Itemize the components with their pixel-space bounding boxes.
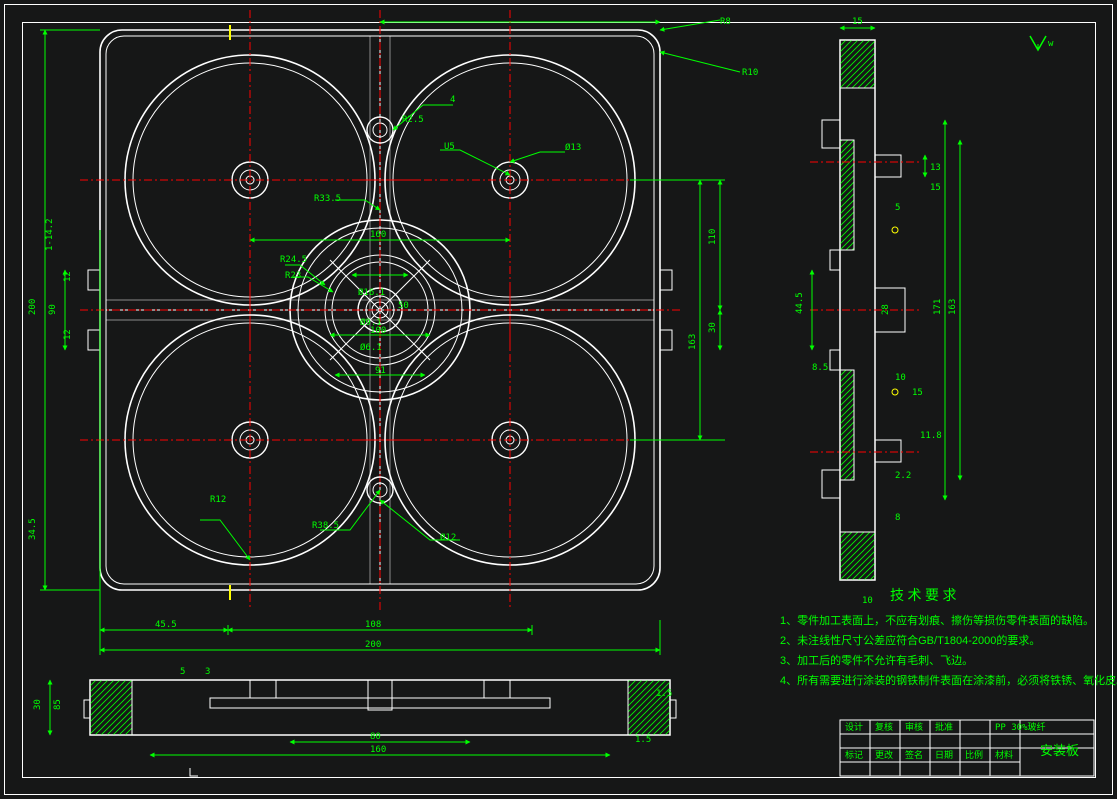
- note-4: 4、所有需要进行涂装的钢铁制件表面在涂漆前，必须将铁锈、氧化皮。: [780, 673, 1117, 687]
- dim-108: 108: [365, 620, 381, 630]
- dim-r12: R12: [210, 495, 226, 505]
- dim-142: 1-14.2: [45, 218, 55, 251]
- dim-12b: 12: [63, 329, 73, 340]
- dim-sec-163: 163: [948, 299, 958, 315]
- dim-d4: 4: [450, 95, 455, 105]
- cad-canvas: R8 R10 4 R2.5 Ø13 U5 R33.5 160 R24.5 R23…: [0, 0, 1117, 799]
- side-tab-l1: [88, 270, 100, 290]
- svg-text:审核: 审核: [905, 721, 923, 733]
- dim-bot-30: 30: [33, 699, 43, 710]
- dim-sec-10: 10: [895, 373, 906, 383]
- dim-90v: 90: [48, 304, 58, 315]
- dim-345: 34.5: [28, 518, 38, 540]
- dim-sec-85: 8.5: [812, 363, 828, 373]
- dim-r23: R23: [285, 271, 301, 281]
- dim-r25: R2.5: [402, 115, 424, 125]
- dim-d91: 91: [375, 366, 386, 376]
- svg-text:材料: 材料: [995, 749, 1013, 761]
- dim-d12: Ø12: [440, 532, 456, 543]
- note-1: 1、零件加工表面上，不应有划痕、擦伤等损伤零件表面的缺陷。: [780, 613, 1094, 627]
- dim-d50: 50: [398, 301, 409, 311]
- svg-text:w: w: [1048, 39, 1054, 49]
- dim-sec-10b: 10: [862, 596, 873, 606]
- circle-bot-left: [80, 290, 420, 610]
- dim-sec-28: 28: [881, 304, 891, 315]
- surface-finish-symbol: w: [1030, 36, 1054, 50]
- title-block: PP 30%玻纤 安装板 设计 复核 审核 批准 标记 更改 签名 日期 比例 …: [840, 720, 1094, 776]
- dim-bot-160: 160: [370, 745, 386, 755]
- dim-bot-85: 85: [53, 699, 63, 710]
- dim-sec-118: 11.8: [920, 431, 942, 441]
- dim-u5: U5: [444, 142, 455, 152]
- side-tab-r1: [660, 270, 672, 290]
- dim-r10: R10: [742, 68, 758, 78]
- svg-text:更改: 更改: [875, 749, 893, 761]
- dim-d100: 100: [370, 326, 386, 336]
- svg-text:设计: 设计: [845, 721, 863, 733]
- dim-sec-15: 15: [852, 17, 863, 27]
- dim-bot-3: 3: [205, 667, 210, 677]
- note-2: 2、未注线性尺寸公差应符合GB/T1804-2000的要求。: [780, 633, 1040, 647]
- dim-bot-80: 80: [370, 732, 381, 742]
- dim-d16: Ø16.1: [358, 287, 385, 298]
- tb-std: PP 30%玻纤: [995, 721, 1046, 733]
- svg-text:签名: 签名: [905, 749, 923, 761]
- side-tab-r2: [660, 330, 672, 350]
- dim-sec-15b: 15: [930, 183, 941, 193]
- dim-d160: 160: [370, 230, 386, 240]
- svg-text:日期: 日期: [935, 750, 953, 761]
- dim-r335: R33.5: [314, 194, 341, 204]
- dim-30: 30: [708, 322, 718, 333]
- dim-sec-13: 13: [930, 163, 941, 173]
- drawing-vectors: R8 R10 4 R2.5 Ø13 U5 R33.5 160 R24.5 R23…: [0, 0, 1117, 799]
- notes-heading: 技 术 要 求: [890, 588, 957, 604]
- dim-bot-5: 5: [180, 667, 185, 677]
- dim-12a: 12: [63, 271, 73, 282]
- note-3: 3、加工后的零件不允许有毛刺、飞边。: [780, 653, 973, 667]
- dim-d6: Ø6.1: [360, 342, 382, 353]
- dim-455: 45.5: [155, 620, 177, 630]
- dim-sec-15c: 15: [912, 388, 923, 398]
- tb-part: 安装板: [1040, 743, 1079, 758]
- svg-text:批准: 批准: [935, 721, 953, 733]
- dim-200: 200: [365, 640, 381, 650]
- dim-200v: 200: [28, 299, 38, 315]
- svg-text:复核: 复核: [875, 721, 893, 733]
- svg-text:比例: 比例: [965, 749, 983, 761]
- side-tab-l2: [88, 330, 100, 350]
- dim-r245: R24.5: [280, 255, 307, 265]
- dim-sec-445: 44.5: [795, 292, 805, 314]
- dim-r8: R8: [720, 17, 731, 27]
- dim-sec-22: 2.2: [895, 471, 911, 481]
- dim-d13: Ø13: [565, 142, 581, 153]
- dim-sec-8: 8: [895, 513, 900, 523]
- dim-sec-5: 5: [895, 203, 900, 213]
- dim-bot-15b: 1.5: [635, 735, 651, 745]
- dim-bot-15: 1.5: [656, 689, 672, 699]
- dim-163: 163: [688, 334, 698, 350]
- tech-requirements: 技 术 要 求 1、零件加工表面上，不应有划痕、擦伤等损伤零件表面的缺陷。 2、…: [780, 588, 1117, 687]
- svg-text:标记: 标记: [845, 749, 863, 761]
- dim-sec-171: 171: [933, 299, 943, 315]
- dim-r385: R38.5: [312, 521, 339, 531]
- dim-110: 110: [708, 229, 718, 245]
